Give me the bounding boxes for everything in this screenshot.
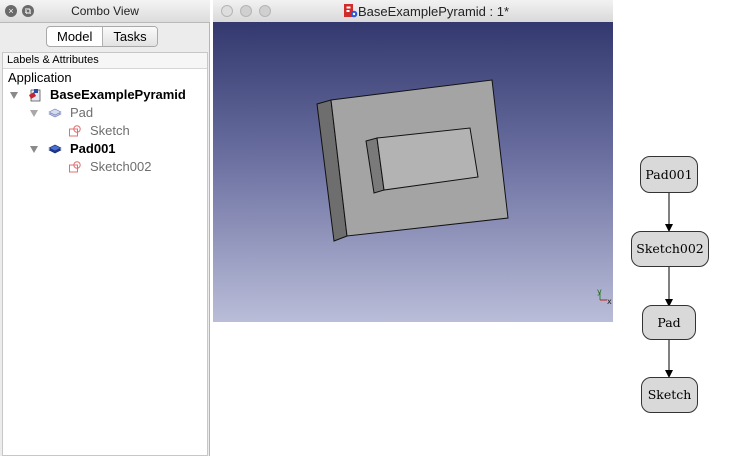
combo-view-panel: × ⧉ Combo View Model Tasks Labels & Attr… [0,0,210,456]
sketch-icon [69,161,81,173]
combo-view-tabbar: Model Tasks [46,26,158,47]
tab-tasks[interactable]: Tasks [102,27,157,46]
freecad-document-icon [344,4,358,18]
sketch-icon [69,125,81,137]
expand-arrow-icon[interactable] [10,92,18,99]
tree-item-document[interactable]: BaseExamplePyramid [3,86,203,104]
tree-item-label: Sketch002 [90,159,152,174]
tree-column-header[interactable]: Labels & Attributes [3,53,207,69]
tree-root-application[interactable]: Application [8,69,72,87]
tree-item-sketch002[interactable]: Sketch002 [3,158,203,176]
graph-node-pad001[interactable]: Pad001 [640,156,698,193]
tree-item-pad001[interactable]: Pad001 [3,140,203,158]
3d-view-title: BaseExamplePyramid : 1* [358,4,510,19]
expand-arrow-icon[interactable] [30,146,38,153]
3d-viewport[interactable]: y x [213,22,613,322]
3d-view-window: BaseExamplePyramid : 1* y x [213,0,613,322]
model-render: y x [316,79,612,306]
tree-item-pad[interactable]: Pad [3,104,203,122]
combo-view-titlebar: × ⧉ Combo View [0,0,210,23]
3d-view-titlebar: BaseExamplePyramid : 1* [213,0,613,23]
axis-x-label: x [607,297,612,306]
combo-view-title: Combo View [71,4,139,18]
minimize-window-button[interactable] [240,5,252,17]
tree-item-label: Pad [70,105,94,120]
document-icon [29,89,41,102]
pad-icon [48,144,62,154]
graph-node-pad[interactable]: Pad [642,305,696,340]
tree-item-label: BaseExamplePyramid [50,87,186,102]
pad-icon [48,108,62,118]
expand-arrow-icon[interactable] [30,110,38,117]
tree-item-label: Pad001 [70,141,116,156]
zoom-window-button[interactable] [259,5,271,17]
model-tree[interactable]: Labels & Attributes Application BaseExam… [2,52,208,456]
close-window-button[interactable] [221,5,233,17]
tree-item-label: Sketch [90,123,130,138]
axis-indicator-icon: y x [597,287,612,306]
tree-root-label: Application [8,70,72,85]
tab-model[interactable]: Model [47,27,102,46]
tree-item-sketch[interactable]: Sketch [3,122,203,140]
axis-y-label: y [597,287,602,296]
dependency-graph: Pad001 Sketch002 Pad Sketch [620,140,731,430]
graph-node-sketch[interactable]: Sketch [641,377,698,413]
graph-node-sketch002[interactable]: Sketch002 [631,231,709,267]
